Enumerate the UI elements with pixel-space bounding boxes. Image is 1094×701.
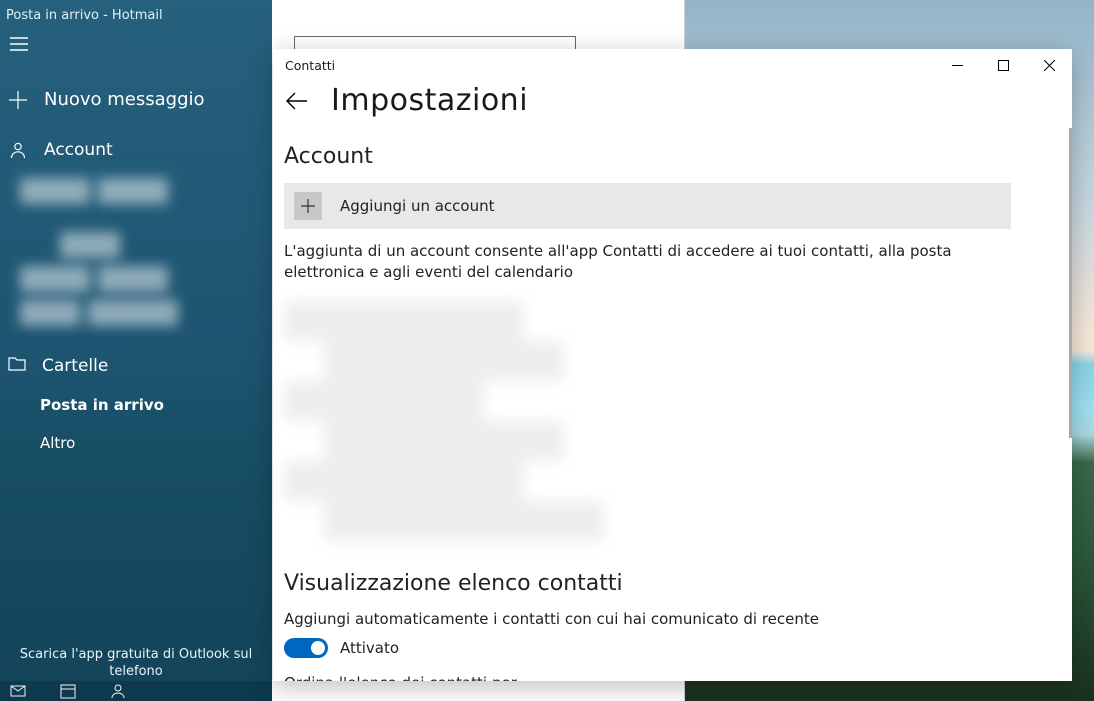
settings-heading: Impostazioni [331,83,528,118]
add-account-label: Aggiungi un account [340,197,494,215]
mail-sidebar: Posta in arrivo - Hotmail Nuovo messaggi… [0,0,272,701]
folders-label: Cartelle [42,356,108,376]
maximize-button[interactable] [980,49,1026,81]
accounts-label: Account [44,140,113,160]
minimize-button[interactable] [934,49,980,81]
redacted-accounts-list [284,301,1010,541]
back-arrow-icon [286,92,308,110]
folder-inbox[interactable]: Posta in arrivo [0,386,272,424]
add-account-description: L'aggiunta di un account consente all'ap… [284,241,1000,283]
mail-window-title: Posta in arrivo - Hotmail [0,0,272,23]
plus-icon [8,91,28,109]
sort-contacts-label: Ordina l'elenco dei contatti per [284,674,1010,681]
toggle-knob [311,641,325,655]
scrollbar-thumb[interactable] [1069,128,1072,438]
maximize-icon [998,60,1009,71]
people-icon[interactable] [110,683,126,699]
person-icon [8,141,28,159]
hamburger-icon [10,37,28,51]
add-account-button[interactable]: Aggiungi un account [284,183,1011,229]
folders-section-header[interactable]: Cartelle [0,334,272,386]
outlook-app-promo[interactable]: Scarica l'app gratuita di Outlook sul te… [0,646,272,681]
mail-icon[interactable] [10,683,26,699]
new-message-label: Nuovo messaggio [44,89,205,110]
back-button[interactable] [283,87,311,115]
auto-add-toggle[interactable] [284,638,328,658]
accounts-section-header[interactable]: Account [0,128,272,172]
folder-other[interactable]: Altro [0,424,272,462]
new-message-button[interactable]: Nuovo messaggio [0,71,272,128]
contacts-settings-dialog: Contatti Impostazioni Account Aggiungi u… [273,49,1072,681]
close-icon [1044,60,1055,71]
hamburger-menu-button[interactable] [0,23,48,71]
dialog-body: Account Aggiungi un account L'aggiunta d… [273,128,1072,681]
close-button[interactable] [1026,49,1072,81]
toggle-state-label: Attivato [340,639,399,657]
dialog-header: Impostazioni [273,81,1072,128]
account-section-title: Account [284,144,1010,169]
bottom-nav-bar [0,681,272,701]
calendar-icon[interactable] [60,683,76,699]
auto-add-contacts-text: Aggiungi automaticamente i contatti con … [284,610,1010,628]
redacted-account-info [20,178,272,326]
search-input-partial[interactable] [294,36,576,50]
folder-icon [8,356,26,376]
minimize-icon [952,60,963,71]
plus-icon [294,192,322,220]
contacts-list-section-title: Visualizzazione elenco contatti [284,571,1010,596]
auto-add-toggle-row: Attivato [284,638,1010,658]
dialog-titlebar: Contatti [273,49,1072,81]
dialog-app-title: Contatti [285,58,934,73]
